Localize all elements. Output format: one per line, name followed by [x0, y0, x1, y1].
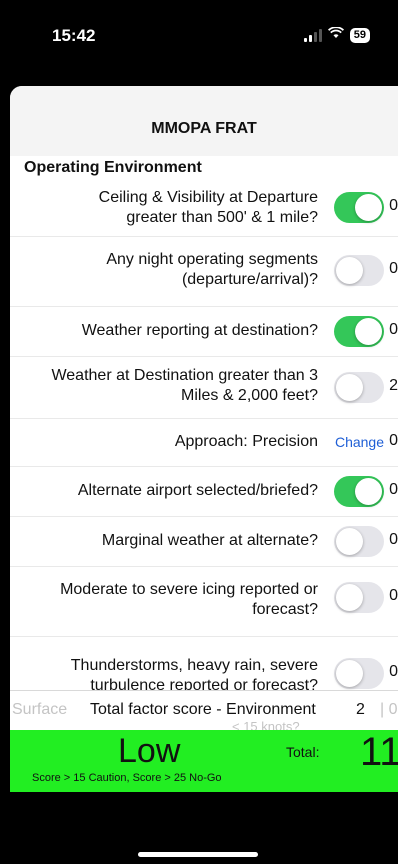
surface-row-score: | 0 — [380, 701, 398, 718]
alternate-airport-toggle[interactable] — [334, 476, 384, 507]
row-score: 0 — [389, 531, 398, 548]
total-label: Total: — [286, 744, 320, 760]
home-indicator[interactable] — [138, 852, 258, 857]
toggle-knob — [336, 257, 363, 284]
status-time: 15:42 — [52, 26, 96, 45]
signal-icon — [303, 28, 322, 42]
row-label: Weather at Destination greater than 3 Mi… — [51, 367, 318, 404]
thunderstorms-toggle[interactable] — [334, 658, 384, 689]
row-score: 0 — [389, 587, 398, 604]
environment-total-row: Surface < 15 knots? Total factor score -… — [10, 690, 398, 734]
row-label: Any night operating segments (departure/… — [106, 251, 318, 288]
status-icons: 59 — [303, 26, 370, 44]
row-score: 0 — [389, 481, 398, 498]
row-night-segments: Any night operating segments (departure/… — [10, 236, 398, 307]
approach-change-link[interactable]: Change — [335, 434, 384, 450]
row-score: 0 — [389, 432, 398, 449]
status-bar: 15:42 59 — [0, 0, 398, 70]
environment-total-score: 2 — [356, 701, 365, 718]
destination-weather-toggle[interactable] — [334, 372, 384, 403]
row-weather-reporting: Weather reporting at destination? 0 — [10, 306, 398, 357]
row-approach: Approach: Precision Change 0 — [10, 418, 398, 467]
row-thunderstorms: Thunderstorms, heavy rain, severe turbul… — [10, 636, 398, 692]
surface-row-label: Surface — [12, 701, 68, 718]
row-ceiling-visibility: Ceiling & Visibility at Departure greate… — [10, 180, 398, 237]
marginal-weather-toggle[interactable] — [334, 526, 384, 557]
risk-thresholds-note: Score > 15 Caution, Score > 25 No-Go — [32, 772, 222, 784]
toggle-knob — [355, 318, 382, 345]
row-label: Thunderstorms, heavy rain, severe turbul… — [70, 657, 318, 692]
risk-level: Low — [118, 732, 181, 770]
row-destination-weather: Weather at Destination greater than 3 Mi… — [10, 356, 398, 419]
toggle-knob — [336, 660, 363, 687]
page-title: MMOPA FRAT — [151, 120, 257, 137]
toggle-knob — [336, 374, 363, 401]
row-label: Marginal weather at alternate? — [101, 532, 318, 549]
total-score: 11 — [360, 730, 398, 774]
row-label: Moderate to severe icing reported or for… — [60, 581, 318, 618]
toggle-knob — [355, 478, 382, 505]
icing-toggle[interactable] — [334, 582, 384, 613]
weather-reporting-toggle[interactable] — [334, 316, 384, 347]
frat-sheet: MMOPA FRAT Operating Environment Ceiling… — [10, 86, 398, 692]
row-score: 0 — [389, 321, 398, 338]
row-icing: Moderate to severe icing reported or for… — [10, 566, 398, 637]
row-label: Approach: Precision — [174, 433, 318, 450]
nav-bar: MMOPA FRAT — [10, 86, 398, 156]
row-marginal-weather: Marginal weather at alternate? 0 — [10, 516, 398, 567]
toggle-knob — [336, 584, 363, 611]
environment-total-label: Total factor score - Environment — [90, 701, 316, 718]
row-score: 0 — [389, 663, 398, 680]
row-score: 2 — [389, 377, 398, 394]
section-header: Operating Environment — [24, 159, 202, 176]
row-label: Weather reporting at destination? — [81, 322, 318, 339]
row-label: Ceiling & Visibility at Departure greate… — [98, 189, 318, 226]
row-score: 0 — [389, 260, 398, 277]
toggle-knob — [336, 528, 363, 555]
night-segments-toggle[interactable] — [334, 255, 384, 286]
row-alternate-airport: Alternate airport selected/briefed? 0 — [10, 466, 398, 517]
battery-icon: 59 — [349, 27, 370, 43]
ceiling-visibility-toggle[interactable] — [334, 192, 384, 223]
row-label: Alternate airport selected/briefed? — [77, 482, 318, 499]
risk-summary-bar: Low Score > 15 Caution, Score > 25 No-Go… — [10, 730, 398, 792]
wifi-icon — [327, 26, 344, 44]
toggle-knob — [355, 194, 382, 221]
row-score: 0 — [389, 197, 398, 214]
